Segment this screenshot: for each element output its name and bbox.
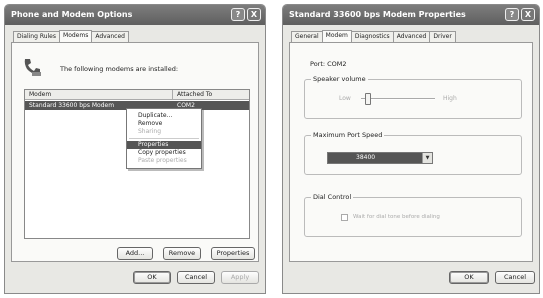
tab-dialing-rules[interactable]: Dialing Rules: [13, 31, 61, 42]
dial-control-group: Dial Control Wait for dial tone before d…: [304, 193, 522, 237]
cancel-button[interactable]: Cancel: [177, 271, 215, 284]
title-bar: Phone and Modem Options ? X: [5, 5, 265, 25]
tab-strip: Dialing Rules Modems Advanced: [13, 30, 129, 42]
properties-button[interactable]: Properties: [211, 247, 255, 260]
help-button[interactable]: ?: [505, 8, 519, 21]
add-button[interactable]: Add...: [117, 247, 153, 260]
menu-item-sharing[interactable]: Sharing: [127, 128, 201, 136]
max-port-speed-label: Maximum Port Speed: [311, 131, 385, 139]
max-port-speed-group: Maximum Port Speed 38400 ▼: [304, 131, 522, 175]
slider-low-label: Low: [339, 95, 351, 102]
tab-modems[interactable]: Modems: [59, 30, 93, 42]
modem-phone-icon: [24, 59, 41, 76]
tab-driver[interactable]: Driver: [429, 31, 456, 42]
modem-properties-window: Standard 33600 bps Modem Properties ? X …: [282, 4, 540, 294]
window-title: Standard 33600 bps Modem Properties: [289, 10, 466, 19]
port-speed-select[interactable]: 38400 ▼: [327, 152, 433, 164]
close-button[interactable]: X: [521, 8, 535, 21]
chevron-down-icon[interactable]: ▼: [422, 153, 432, 163]
close-button[interactable]: X: [247, 8, 261, 21]
ok-button[interactable]: OK: [449, 271, 489, 284]
menu-separator: [129, 138, 199, 139]
tab-modem[interactable]: Modem: [321, 30, 352, 42]
speaker-volume-label: Speaker volume: [311, 75, 368, 83]
apply-button[interactable]: Apply: [221, 271, 259, 284]
port-speed-value: 38400: [356, 154, 376, 161]
volume-slider-thumb[interactable]: [365, 93, 372, 105]
slider-high-label: High: [443, 95, 457, 102]
remove-button[interactable]: Remove: [163, 247, 201, 260]
title-bar: Standard 33600 bps Modem Properties ? X: [283, 5, 539, 25]
phone-modem-options-window: Phone and Modem Options ? X Dialing Rule…: [4, 4, 266, 294]
dial-control-label: Dial Control: [311, 193, 354, 201]
column-header-attached-to[interactable]: Attached To: [173, 90, 212, 99]
column-header-modem[interactable]: Modem: [25, 90, 173, 99]
tab-diagnostics[interactable]: Diagnostics: [350, 31, 394, 42]
menu-item-duplicate[interactable]: Duplicate...: [127, 112, 201, 120]
menu-item-properties[interactable]: Properties: [127, 141, 201, 149]
port-label: Port: COM2: [310, 60, 347, 68]
ok-button[interactable]: OK: [133, 271, 171, 284]
speaker-volume-group: Speaker volume Low High: [304, 75, 522, 119]
info-text: The following modems are installed:: [60, 65, 179, 73]
menu-item-copy-properties[interactable]: Copy properties: [127, 149, 201, 157]
menu-item-remove[interactable]: Remove: [127, 120, 201, 128]
wait-dial-tone-label: Wait for dial tone before dialing: [353, 214, 440, 220]
menu-item-paste-properties[interactable]: Paste properties: [127, 157, 201, 165]
modem-tab-panel: Port: COM2 Speaker volume Low High Maxim…: [289, 42, 533, 262]
wait-dial-tone-checkbox[interactable]: [341, 214, 348, 221]
context-menu: Duplicate... Remove Sharing Properties C…: [126, 108, 202, 169]
window-title: Phone and Modem Options: [11, 10, 133, 19]
list-header: Modem Attached To: [25, 90, 249, 100]
tab-general[interactable]: General: [291, 31, 323, 42]
help-button[interactable]: ?: [231, 8, 245, 21]
tab-strip: General Modem Diagnostics Advanced Drive…: [291, 30, 456, 42]
cancel-button[interactable]: Cancel: [495, 271, 535, 284]
tab-advanced[interactable]: Advanced: [392, 31, 431, 42]
volume-slider-track: [361, 98, 435, 100]
tab-advanced[interactable]: Advanced: [91, 31, 129, 42]
